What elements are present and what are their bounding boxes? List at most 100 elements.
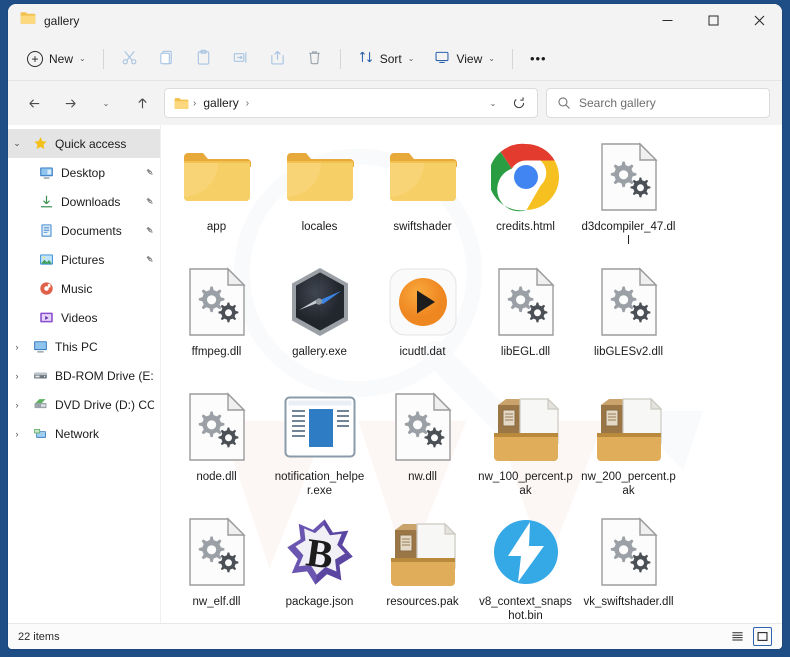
paste-button[interactable] (186, 43, 221, 75)
chevron-down-icon: ⌄ (488, 54, 495, 63)
file-item[interactable]: libGLESv2.dll (577, 258, 680, 383)
trash-icon (306, 49, 323, 69)
file-item-label: app (205, 219, 228, 235)
file-item-label: libEGL.dll (499, 344, 552, 360)
pin-icon[interactable]: ✒ (142, 165, 158, 181)
file-explorer-window: gallery + New ⌄ (8, 4, 782, 649)
minimize-button[interactable] (644, 4, 690, 37)
more-options-button[interactable]: ••• (521, 43, 556, 75)
file-item[interactable]: nw.dll (371, 383, 474, 508)
share-button[interactable] (260, 43, 295, 75)
sidebar-item-desktop[interactable]: Desktop✒ (8, 158, 160, 187)
icon-view-button[interactable] (753, 627, 772, 646)
file-item[interactable]: nw_200_percent.pak (577, 383, 680, 508)
up-button[interactable] (128, 89, 156, 117)
refresh-button[interactable] (507, 91, 531, 115)
clipboard-icon (195, 49, 212, 69)
file-item[interactable]: vk_swiftshader.dll (577, 508, 680, 623)
maximize-button[interactable] (690, 4, 736, 37)
file-item[interactable]: d3dcompiler_47.dll (577, 133, 680, 258)
cut-button[interactable] (112, 43, 147, 75)
expander-icon[interactable]: › (8, 342, 26, 352)
search-box[interactable] (546, 88, 770, 118)
copy-button[interactable] (149, 43, 184, 75)
sidebar-item-label: BD-ROM Drive (E:) C (55, 369, 154, 383)
rename-icon (232, 49, 249, 69)
sidebar-item-label: Downloads (61, 195, 120, 209)
expander-icon[interactable]: › (8, 400, 26, 410)
dll-icon (591, 514, 667, 590)
dvd-icon (32, 397, 49, 412)
file-item[interactable]: app (165, 133, 268, 258)
file-grid: app locales swiftshadercredits.htmld3dcomp… (161, 125, 782, 623)
file-item-label: locales (300, 219, 340, 235)
rename-button[interactable] (223, 43, 258, 75)
command-bar: + New ⌄ (8, 37, 782, 81)
search-input[interactable] (579, 96, 759, 110)
file-item[interactable]: libEGL.dll (474, 258, 577, 383)
sidebar-item-downloads[interactable]: Downloads ✒ (8, 187, 160, 216)
sidebar-item-dvd-drive-d-cccc[interactable]: › DVD Drive (D:) CCCC (8, 390, 160, 419)
view-button[interactable]: View ⌄ (425, 43, 504, 75)
sidebar-item-label: DVD Drive (D:) CCCC (55, 398, 154, 412)
ellipsis-icon: ••• (530, 51, 547, 66)
new-button[interactable]: + New ⌄ (18, 43, 95, 75)
file-item[interactable]: Bpackage.json (268, 508, 371, 623)
brackets-json-icon: B (282, 514, 358, 590)
file-item[interactable]: gallery.exe (268, 258, 371, 383)
close-button[interactable] (736, 4, 782, 37)
pin-icon[interactable]: ✒ (142, 223, 158, 239)
file-item[interactable]: node.dll (165, 383, 268, 508)
file-item[interactable]: v8_context_snapshot.bin (474, 508, 577, 623)
sidebar-item-pictures[interactable]: Pictures✒ (8, 245, 160, 274)
sidebar-item-label: Documents (61, 224, 122, 238)
documents-icon (38, 223, 55, 238)
new-button-label: New (49, 52, 73, 66)
network-icon (32, 426, 49, 441)
file-item[interactable]: swiftshader (371, 133, 474, 258)
expander-icon[interactable]: › (8, 371, 26, 381)
breadcrumb-separator-2[interactable]: › (246, 98, 249, 109)
sort-button[interactable]: Sort ⌄ (349, 43, 424, 75)
sidebar-item-this-pc[interactable]: ›This PC (8, 332, 160, 361)
file-item[interactable]: locales (268, 133, 371, 258)
pin-icon[interactable]: ✒ (142, 252, 158, 268)
file-item[interactable]: credits.html (474, 133, 577, 258)
file-item[interactable]: nw_100_percent.pak (474, 383, 577, 508)
sidebar-item-music[interactable]: Music (8, 274, 160, 303)
delete-button[interactable] (297, 43, 332, 75)
address-bar-row: ⌄ › gallery › ⌄ (8, 81, 782, 125)
sidebar-item-videos[interactable]: Videos (8, 303, 160, 332)
music-icon (38, 281, 55, 296)
back-button[interactable] (20, 89, 48, 117)
pin-icon[interactable]: ✒ (142, 194, 158, 210)
expander-icon[interactable]: › (8, 429, 26, 439)
chevron-down-icon: ⌄ (408, 54, 415, 63)
recent-locations-button[interactable]: ⌄ (92, 89, 120, 117)
status-bar: 22 items (8, 623, 782, 649)
breadcrumb-item-gallery[interactable]: gallery (200, 94, 241, 112)
sidebar-item-label: Network (55, 427, 99, 441)
file-item-label: notification_helper.exe (270, 469, 369, 499)
toolbar-divider-3 (512, 49, 513, 69)
file-item[interactable]: notification_helper.exe (268, 383, 371, 508)
address-history-button[interactable]: ⌄ (481, 91, 505, 115)
sidebar-item-bd-rom-drive-e-c[interactable]: › BD-ROM Drive (E:) C (8, 361, 160, 390)
copy-icon (158, 49, 175, 69)
file-item-label: nw.dll (406, 469, 439, 485)
file-item[interactable]: icudtl.dat (371, 258, 474, 383)
file-item[interactable]: resources.pak (371, 508, 474, 623)
forward-button[interactable] (56, 89, 84, 117)
address-bar[interactable]: › gallery › ⌄ (164, 88, 538, 118)
expander-icon[interactable]: ⌄ (8, 138, 26, 149)
file-item-label: resources.pak (384, 594, 460, 610)
file-item[interactable]: nw_elf.dll (165, 508, 268, 623)
file-list-pane[interactable]: app locales swiftshadercredits.htmld3dcomp… (160, 125, 782, 623)
pak-archive-icon (488, 389, 564, 465)
sidebar-item-documents[interactable]: Documents ✒ (8, 216, 160, 245)
sidebar-item-quick-access[interactable]: ⌄Quick access (8, 129, 160, 158)
sidebar-item-network[interactable]: › Network (8, 419, 160, 448)
share-icon (269, 49, 286, 69)
file-item[interactable]: ffmpeg.dll (165, 258, 268, 383)
list-view-button[interactable] (728, 627, 747, 646)
